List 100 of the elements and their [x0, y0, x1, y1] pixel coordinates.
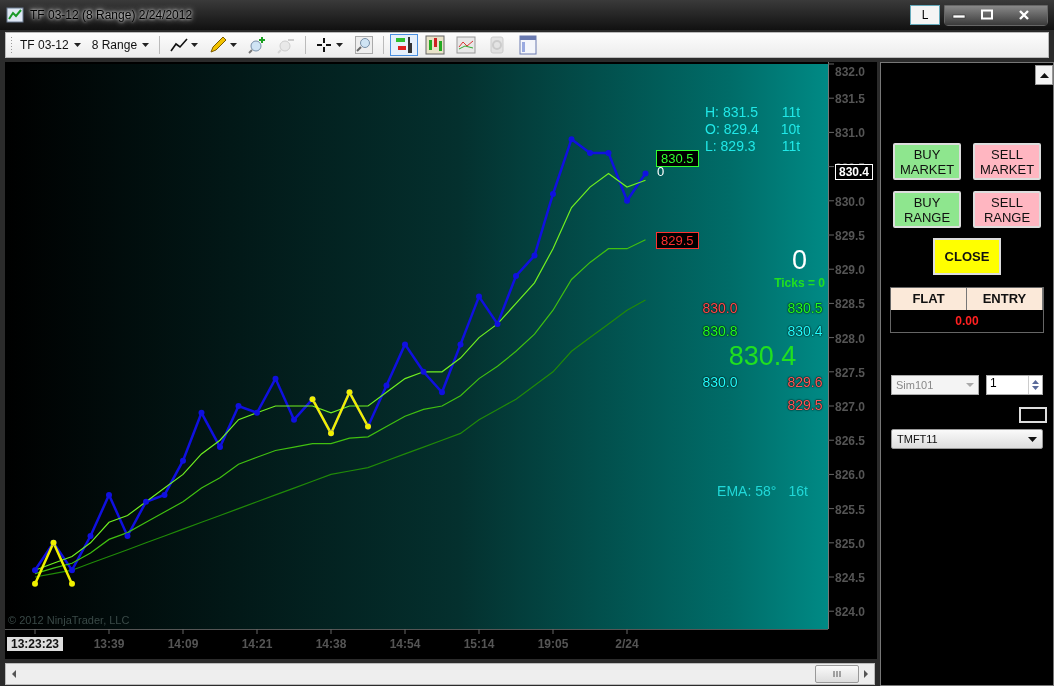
- data-point: [568, 136, 575, 143]
- time-label: 14:21: [241, 637, 273, 651]
- data-point: [383, 382, 390, 389]
- data-point: [106, 491, 112, 498]
- time-label: 2/24: [615, 637, 639, 651]
- data-point: [402, 341, 408, 348]
- data-point: [69, 580, 75, 587]
- price-label: 828.0: [835, 331, 866, 346]
- stat-label: O: 829.4: [705, 121, 759, 138]
- data-point: [420, 368, 427, 375]
- data-point: [494, 320, 501, 327]
- chart-icon: [6, 7, 24, 23]
- price-readout: 829.6: [786, 374, 823, 390]
- order-button[interactable]: SELL RANGE: [973, 191, 1041, 228]
- price-readout: 830.5: [786, 300, 823, 316]
- tick-count: 0: [791, 245, 807, 276]
- data-point: [291, 416, 297, 423]
- scroll-thumb[interactable]: [815, 665, 859, 683]
- data-point: [217, 444, 223, 451]
- price-readout: 830.0: [702, 300, 739, 316]
- price-label: 824.5: [835, 571, 866, 585]
- order-button[interactable]: BUY MARKET: [893, 143, 961, 180]
- data-point: [32, 580, 38, 587]
- ema-angle: EMA: 58°: [717, 483, 777, 499]
- price-label: 832.0: [835, 65, 866, 79]
- price-readout: 830.8: [702, 323, 739, 339]
- data-point: [272, 375, 279, 382]
- data-point: [235, 403, 242, 409]
- data-point: [180, 457, 186, 464]
- stop-price-tag: 829.5: [656, 232, 699, 249]
- grip-icon: [10, 36, 13, 54]
- target-price-tag: 830.5: [656, 150, 699, 167]
- price-label: 829.0: [835, 263, 866, 278]
- data-point: [161, 491, 168, 498]
- chart-trader-button[interactable]: [390, 34, 419, 56]
- time-label: 14:38: [315, 637, 347, 651]
- order-button[interactable]: BUY RANGE: [893, 191, 961, 228]
- maximize-icon: [980, 9, 994, 21]
- data-point: [587, 149, 593, 156]
- data-point: [605, 149, 612, 156]
- data-point: [69, 567, 75, 574]
- scroll-up-button[interactable]: [1035, 65, 1053, 85]
- data-point: [32, 567, 38, 574]
- data-point: [457, 341, 464, 348]
- close-icon: [1017, 9, 1031, 21]
- position-header: ENTRY: [967, 288, 1043, 310]
- time-label: 15:14: [463, 637, 495, 651]
- data-point: [476, 293, 482, 300]
- price-label: 825.5: [835, 502, 866, 517]
- layout-button[interactable]: L: [910, 5, 940, 25]
- position-header: FLAT: [891, 288, 967, 310]
- scroll-left-icon[interactable]: [11, 670, 17, 678]
- price-label: 830.0: [835, 194, 866, 209]
- time-label: 14:09: [167, 637, 199, 651]
- quantity-field[interactable]: 1: [986, 375, 1043, 395]
- minimize-button[interactable]: [945, 5, 973, 25]
- data-point: [87, 532, 94, 539]
- order-button[interactable]: SELL MARKET: [973, 143, 1041, 180]
- price-label: 827.0: [835, 400, 866, 414]
- stat-ticks: 10t: [780, 121, 801, 138]
- horizontal-scrollbar[interactable]: [5, 663, 875, 685]
- last-price-tag: 830.4: [835, 164, 874, 180]
- data-point: [198, 409, 205, 416]
- data-point: [550, 190, 556, 197]
- data-point: [513, 273, 519, 280]
- data-point: [531, 252, 538, 259]
- data-point: [124, 532, 131, 539]
- stat-label: H: 831.5: [705, 104, 759, 121]
- price-label: 825.0: [835, 536, 866, 551]
- position-count: 0: [657, 164, 665, 179]
- spinner-icon[interactable]: [1031, 379, 1040, 391]
- price-label: 828.5: [835, 297, 866, 312]
- strategy-dropdown[interactable]: TMFT11: [891, 429, 1043, 449]
- copyright-text: © 2012 NinjaTrader, LLC: [8, 614, 130, 626]
- ticks-text: Ticks = 0: [774, 276, 825, 290]
- data-point: [642, 170, 649, 177]
- caret-icon: [142, 43, 150, 47]
- time-label: 14:54: [389, 637, 421, 651]
- period-dropdown[interactable]: 8 Range: [87, 34, 154, 56]
- stat-ticks: 11t: [780, 104, 801, 121]
- price-label: 824.0: [835, 605, 866, 620]
- price-readout: 829.5: [786, 397, 823, 413]
- data-point: [439, 389, 445, 396]
- close-position-button[interactable]: CLOSE: [933, 238, 1001, 275]
- price-readout: 830.0: [702, 374, 739, 390]
- scroll-right-icon[interactable]: [863, 670, 869, 678]
- position-value: 0.00: [954, 313, 980, 330]
- price-label: 829.5: [835, 229, 866, 243]
- caret-icon: [1028, 436, 1037, 442]
- close-button[interactable]: [1001, 5, 1047, 25]
- time-label: 13:23:23: [11, 637, 59, 651]
- data-point: [624, 197, 630, 204]
- current-price: 830.4: [728, 341, 797, 372]
- ema-ticks: 16t: [788, 483, 808, 499]
- data-point: [143, 498, 149, 505]
- caret-icon: [73, 43, 81, 47]
- color-swatch[interactable]: [1019, 407, 1047, 423]
- stat-label: L: 829.3: [705, 138, 757, 155]
- instrument-dropdown[interactable]: TF 03-12: [16, 34, 85, 56]
- window-title: TF 03-12 (8 Range) 2/24/2012: [30, 8, 193, 22]
